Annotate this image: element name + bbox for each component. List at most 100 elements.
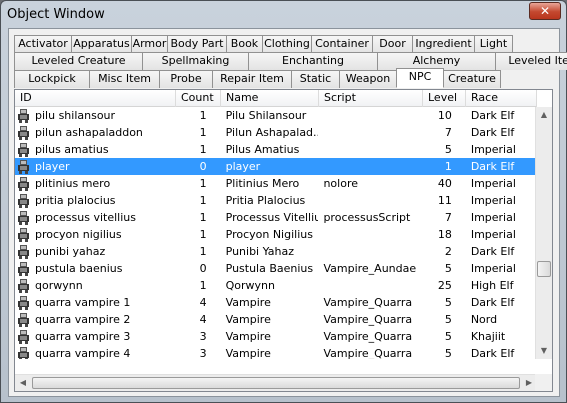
- tab-npc[interactable]: NPC: [396, 68, 444, 88]
- cell-count: 3: [199, 347, 207, 359]
- cell-level: 25: [437, 279, 452, 292]
- horizontal-scrollbar[interactable]: ◀ ▶: [15, 374, 537, 391]
- cell-name: Procyon Nigilius: [225, 228, 313, 241]
- column-header-level[interactable]: Level: [423, 90, 466, 107]
- table-row[interactable]: quarra vampire 2 4 Vampire Vampire_Quarra 5 N…: [15, 311, 537, 328]
- cell-race: Imperial: [470, 143, 516, 156]
- table-row[interactable]: pritia plalocius 1 Pritia Plalocius 11 Imper…: [15, 192, 537, 209]
- tab-leveled-item[interactable]: Leveled Item: [495, 52, 567, 70]
- table-row[interactable]: punibi yahaz 1 Punibi Yahaz 2 Dark Elf: [15, 243, 537, 260]
- cell-id-text: quarra vampire 2: [35, 313, 131, 326]
- tab-light[interactable]: Light: [474, 35, 513, 53]
- tab-door[interactable]: Door: [372, 35, 413, 53]
- object-window: Object Window ✕ Activator Apparatus Armor B…: [0, 0, 567, 403]
- table-row[interactable]: quarra vampire 3 3 Vampire Vampire_Quarra 5 K…: [15, 328, 537, 345]
- npc-icon: [18, 312, 29, 327]
- cell-id-text: quarra vampire 4: [35, 347, 131, 359]
- cell-race: Dark Elf: [470, 126, 515, 139]
- cell-id: pilun ashapaladdon: [15, 124, 175, 141]
- table-row[interactable]: plitinius mero 1 Plitinius Mero nolore 40 Imp…: [15, 175, 537, 192]
- cell-level: 5: [444, 296, 452, 309]
- cell-name: Pilun Ashapalad...: [225, 126, 319, 139]
- cell-race: High Elf: [470, 279, 514, 292]
- tab-armor[interactable]: Armor: [131, 35, 168, 53]
- tab-spellmaking[interactable]: Spellmaking: [142, 52, 249, 70]
- object-list[interactable]: ID Count Name Script Level Race pilu shilanso…: [14, 89, 553, 392]
- cell-race: Dark Elf: [470, 296, 515, 309]
- column-header-id[interactable]: ID: [15, 90, 176, 107]
- cell-id-text: pustula baenius: [35, 262, 123, 275]
- cell-level: 7: [444, 126, 452, 139]
- table-row[interactable]: processus vitellius 1 Processus Vitellius p…: [15, 209, 537, 226]
- table-row[interactable]: qorwynn 1 Qorwynn 25 High Elf: [15, 277, 537, 294]
- cell-script: [318, 277, 422, 294]
- cell-id: quarra vampire 2: [15, 311, 175, 328]
- tab-leveled-creature[interactable]: Leveled Creature: [14, 52, 143, 70]
- table-row[interactable]: quarra vampire 4 3 Vampire Vampire_Quarra 5 D…: [15, 345, 537, 359]
- column-header-count[interactable]: Count: [176, 90, 221, 107]
- tab-probe[interactable]: Probe: [159, 70, 213, 88]
- cell-count: 1: [199, 194, 207, 207]
- tab-row-1: Activator Apparatus Armor Body Part Book Clot…: [14, 35, 513, 53]
- cell-name: Punibi Yahaz: [225, 245, 295, 258]
- column-header-name[interactable]: Name: [221, 90, 319, 107]
- table-row[interactable]: player 0 player 1 Dark Elf: [15, 158, 537, 175]
- npc-icon: [18, 295, 29, 310]
- vertical-scrollbar[interactable]: ▲ ▼: [535, 107, 552, 359]
- scroll-corner: [535, 374, 552, 391]
- npc-icon: [18, 159, 29, 174]
- column-header-race[interactable]: Race: [466, 90, 537, 107]
- cell-script: [318, 192, 422, 209]
- vertical-scroll-thumb[interactable]: [537, 261, 551, 277]
- cell-count: 1: [199, 109, 207, 122]
- cell-name: Pustula Baenius: [225, 262, 314, 275]
- scroll-left-icon[interactable]: ◀: [15, 375, 31, 391]
- tab-lockpick[interactable]: Lockpick: [14, 70, 90, 88]
- cell-id-text: quarra vampire 1: [35, 296, 131, 309]
- npc-icon: [18, 227, 29, 242]
- tab-enchanting[interactable]: Enchanting: [248, 52, 378, 70]
- table-row[interactable]: pustula baenius 0 Pustula Baenius Vampire_A…: [15, 260, 537, 277]
- cell-level: 1: [444, 160, 452, 173]
- scroll-down-icon[interactable]: ▼: [536, 343, 552, 359]
- cell-script: Vampire_Quarra: [323, 313, 413, 326]
- npc-icon: [18, 142, 29, 157]
- cell-count: 0: [199, 262, 207, 275]
- tab-weapon[interactable]: Weapon: [339, 70, 397, 88]
- table-row[interactable]: procyon nigilius 1 Procyon Nigilius 18 Imper…: [15, 226, 537, 243]
- tab-body-part[interactable]: Body Part: [167, 35, 227, 53]
- cell-script: [318, 243, 422, 260]
- table-row[interactable]: pilun ashapaladdon 1 Pilun Ashapalad... 7 Da…: [15, 124, 537, 141]
- tab-apparatus[interactable]: Apparatus: [71, 35, 132, 53]
- tab-clothing[interactable]: Clothing: [262, 35, 312, 53]
- cell-id-text: pilus amatius: [35, 143, 109, 156]
- cell-level: 5: [444, 330, 452, 343]
- cell-script: processusScript: [323, 211, 411, 224]
- cell-id: quarra vampire 3: [15, 328, 175, 345]
- close-button[interactable]: ✕: [529, 2, 561, 20]
- cell-script: nolore: [323, 177, 358, 190]
- table-row[interactable]: pilus amatius 1 Pilus Amatius 5 Imperial: [15, 141, 537, 158]
- cell-id: pilus amatius: [15, 141, 175, 158]
- tab-book[interactable]: Book: [226, 35, 263, 53]
- tab-repair-item[interactable]: Repair Item: [212, 70, 292, 88]
- tab-misc-item[interactable]: Misc Item: [89, 70, 160, 88]
- table-row[interactable]: quarra vampire 1 4 Vampire Vampire_Quarra 5 D…: [15, 294, 537, 311]
- cell-id-text: plitinius mero: [35, 177, 111, 190]
- horizontal-scroll-thumb[interactable]: [32, 377, 520, 389]
- scroll-up-icon[interactable]: ▲: [536, 107, 552, 123]
- tab-static[interactable]: Static: [291, 70, 340, 88]
- table-row[interactable]: pilu shilansour 1 Pilu Shilansour 10 Dark El…: [15, 107, 537, 124]
- cell-level: 5: [444, 143, 452, 156]
- npc-icon: [18, 244, 29, 259]
- cell-script: [318, 107, 422, 124]
- column-header-script[interactable]: Script: [319, 90, 423, 107]
- tab-activator[interactable]: Activator: [14, 35, 72, 53]
- tab-ingredient[interactable]: Ingredient: [412, 35, 475, 53]
- tab-container[interactable]: Container: [311, 35, 373, 53]
- npc-icon: [18, 261, 29, 276]
- cell-id: processus vitellius: [15, 209, 175, 226]
- cell-count: 3: [199, 330, 207, 343]
- tab-creature[interactable]: Creature: [443, 70, 501, 88]
- cell-race: Dark Elf: [470, 109, 515, 122]
